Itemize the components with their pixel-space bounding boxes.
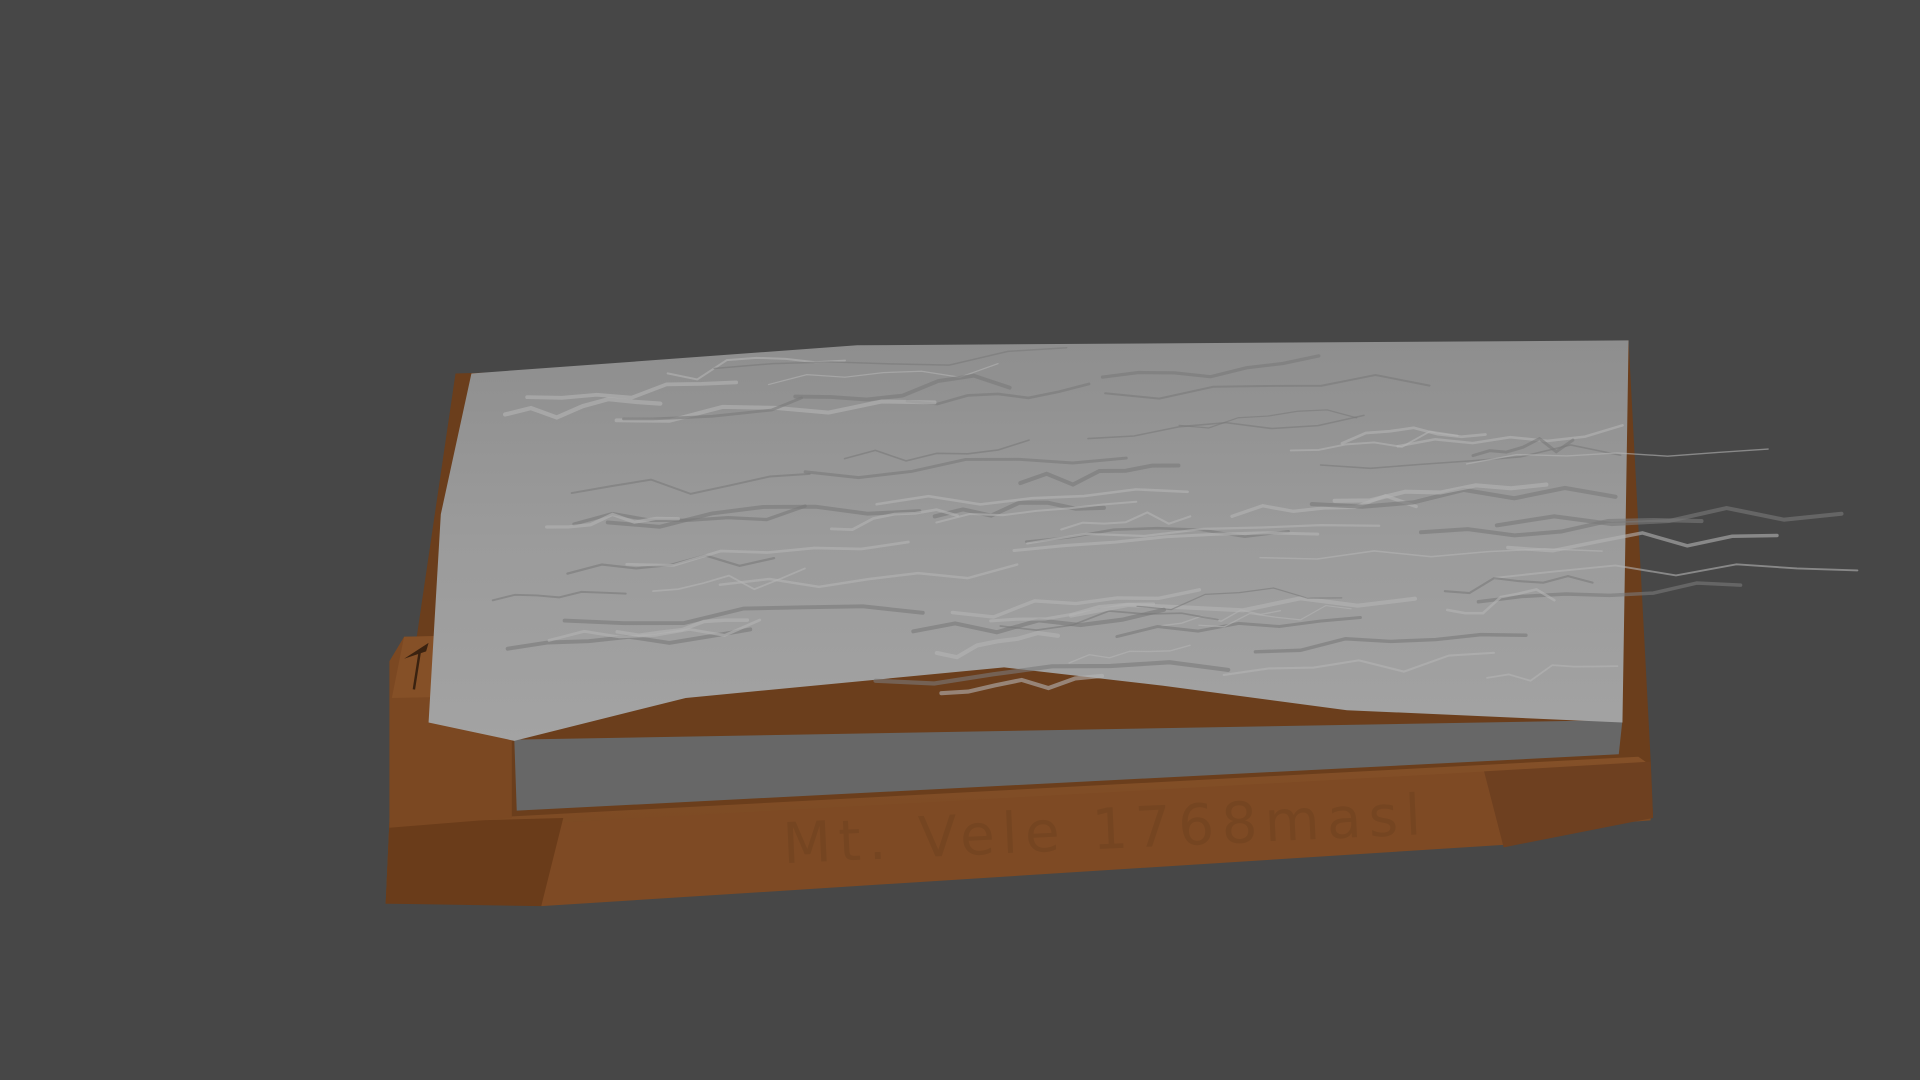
terrain-model-render: Mt. Vele 1768masl — [385, 340, 1859, 907]
